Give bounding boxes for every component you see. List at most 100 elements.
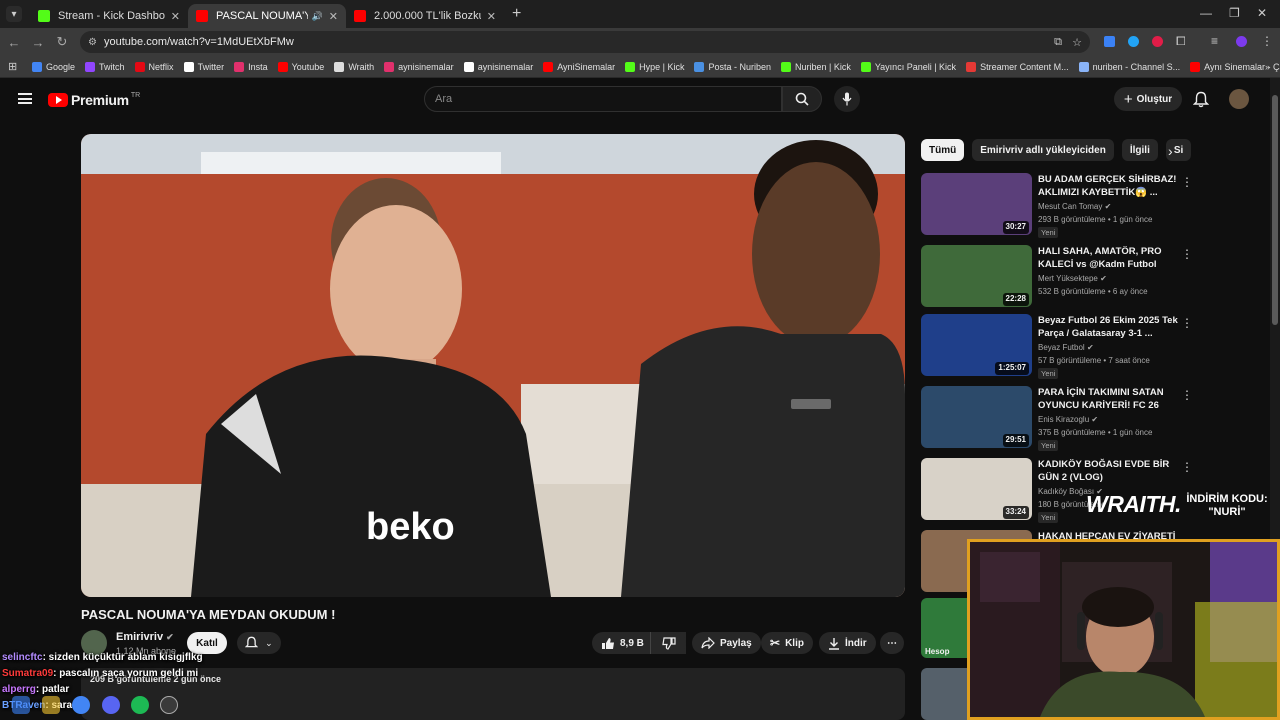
chevron-down-icon: ⌄ <box>265 637 273 648</box>
tab-close-icon[interactable]: ✕ <box>329 10 338 23</box>
chevron-right-icon[interactable]: › <box>1168 143 1173 159</box>
recommendation-channel[interactable]: Enis Kirazoglu ✔ <box>1038 415 1098 424</box>
search-input[interactable]: Ara <box>424 86 782 112</box>
bookmark-item[interactable]: Insta <box>234 61 268 72</box>
browser-tab-youtube-2[interactable]: 2.000.000 TL'lik Bozkurt Çiftliği ✕ <box>346 4 504 28</box>
recommendation-title[interactable]: Beyaz Futbol 26 Ekim 2025 Tek Parça / Ga… <box>1038 314 1180 340</box>
bookmark-item[interactable]: Streamer Content M... <box>966 61 1069 72</box>
bookmark-item[interactable]: nuriben - Channel S... <box>1078 61 1180 72</box>
install-icon[interactable]: ⧉ <box>1054 36 1062 49</box>
clip-button[interactable]: ✂ Klip <box>761 632 813 654</box>
more-vertical-icon[interactable]: ⋮ <box>1181 316 1193 330</box>
bookmark-label: Hype | Kick <box>639 61 685 72</box>
scrollbar-thumb[interactable] <box>1272 95 1278 325</box>
file-explorer-icon[interactable] <box>42 696 60 714</box>
bookmark-item[interactable]: Nuriben | Kick <box>780 61 851 72</box>
thumbs-down-icon <box>661 636 676 650</box>
recommendation-item[interactable]: 1:25:07 Beyaz Futbol 26 Ekim 2025 Tek Par… <box>921 314 1271 379</box>
audio-icon[interactable]: 🔊 <box>312 11 323 22</box>
search-icon <box>795 92 809 106</box>
recommendation-channel[interactable]: Mert Yüksektepe ✔ <box>1038 274 1107 283</box>
extensions-puzzle-icon[interactable]: ⧠ <box>1176 34 1186 49</box>
profile-icon[interactable] <box>1236 36 1247 47</box>
bookmark-item[interactable]: Netflix <box>134 61 174 72</box>
share-button[interactable]: Paylaş <box>692 632 761 654</box>
extension-icon[interactable] <box>1128 36 1139 47</box>
tab-close-icon[interactable]: ✕ <box>171 10 180 23</box>
chrome-icon[interactable] <box>72 696 90 714</box>
bookmark-item[interactable]: Twitter <box>183 61 224 72</box>
filter-chips: Tümü Emirivriv adlı yükleyiciden İlgili Si <box>921 139 1199 161</box>
more-vertical-icon[interactable]: ⋮ <box>1181 247 1193 261</box>
chip-1[interactable]: Emirivriv adlı yükleyiciden <box>972 139 1114 161</box>
minimize-icon[interactable]: — <box>1200 6 1212 20</box>
chip-2[interactable]: İlgili <box>1121 139 1158 161</box>
browser-menu-icon[interactable]: ⋮ <box>1261 34 1273 48</box>
tab-close-icon[interactable]: ✕ <box>487 10 496 23</box>
extension-shield-icon[interactable] <box>1104 36 1115 47</box>
video-title: PASCAL NOUMA'YA MEYDAN OKUDUM ! <box>81 607 336 622</box>
tab-search-button[interactable]: ▾ <box>6 6 22 22</box>
dislike-button[interactable] <box>650 632 686 654</box>
recommendation-item[interactable]: 30:27 BU ADAM GERÇEK SİHİRBAZ! AKLIMIZI K… <box>921 173 1271 238</box>
discord-icon[interactable] <box>102 696 120 714</box>
recommendation-title[interactable]: BU ADAM GERÇEK SİHİRBAZ! AKLIMIZI KAYBET… <box>1038 173 1180 199</box>
recommendation-title[interactable]: HALI SAHA, AMATÖR, PRO KALECİ vs @Kadm F… <box>1038 245 1180 271</box>
new-tab-button[interactable]: + <box>512 5 521 23</box>
video-player[interactable]: beko <box>81 134 905 597</box>
more-vertical-icon[interactable]: ⋮ <box>1181 175 1193 189</box>
recommendation-title[interactable]: KADIKÖY BOĞASI EVDE BİR GÜN 2 (VLOG) <box>1038 458 1180 484</box>
bookmark-item[interactable]: AyniSinemalar <box>543 61 615 72</box>
recommendation-title[interactable]: PARA İÇİN TAKIMINI SATAN OYUNCU KARİYERİ… <box>1038 386 1180 412</box>
maximize-icon[interactable]: ❐ <box>1229 6 1240 20</box>
media-controls-icon[interactable]: ≡ <box>1211 34 1218 48</box>
recommendation-channel[interactable]: Beyaz Futbol ✔ <box>1038 343 1094 352</box>
notifications-bell-icon[interactable] <box>1193 91 1209 108</box>
create-button[interactable]: + Oluştur <box>1114 87 1182 111</box>
browser-tab-kick[interactable]: Stream - Kick Dashboard ✕ <box>30 4 188 28</box>
bookmark-item[interactable]: Twitch <box>85 61 125 72</box>
obs-icon[interactable] <box>160 696 178 714</box>
browser-tab-youtube-active[interactable]: PASCAL NOUMA'YA MEYDA 🔊 ✕ <box>188 4 346 28</box>
recommendation-item[interactable]: 22:28 HALI SAHA, AMATÖR, PRO KALECİ vs @K… <box>921 245 1271 309</box>
bookmark-item[interactable]: Hype | Kick <box>625 61 685 72</box>
bookmark-item[interactable]: Yayıncı Paneli | Kick <box>860 61 956 72</box>
youtube-logo[interactable]: Premium TR <box>48 92 140 108</box>
account-avatar[interactable] <box>1229 89 1249 109</box>
bookmark-item[interactable]: Youtube <box>277 61 324 72</box>
windows-start-icon[interactable] <box>12 696 30 714</box>
bookmark-star-icon[interactable]: ☆ <box>1072 36 1082 49</box>
bookmark-item[interactable]: aynisinemalar <box>463 61 533 72</box>
extension-red-icon[interactable] <box>1152 36 1163 47</box>
download-button[interactable]: İndir <box>819 632 876 654</box>
new-badge: Yeni <box>1038 368 1059 379</box>
bookmark-item[interactable]: Wraith <box>334 61 374 72</box>
bookmark-favicon-icon <box>780 61 791 72</box>
url-field[interactable]: ⚙ youtube.com/watch?v=1MdUEtXbFMw ⧉ ☆ <box>80 31 1090 53</box>
reload-icon[interactable]: ↻ <box>50 34 74 50</box>
channel-name[interactable]: Emirivriv ✔ <box>116 631 174 643</box>
bookmark-item[interactable]: aynisinemalar <box>384 61 454 72</box>
site-info-icon[interactable]: ⚙ <box>88 37 97 48</box>
jersey-sponsor-text: beko <box>366 506 455 548</box>
subscription-bell-button[interactable]: ⌄ <box>237 632 281 654</box>
more-actions-button[interactable]: ⋯ <box>880 632 904 654</box>
search-button[interactable] <box>782 86 822 112</box>
voice-search-button[interactable] <box>834 86 860 112</box>
duration-badge: 29:51 <box>1002 434 1029 447</box>
chip-0[interactable]: Tümü <box>921 139 965 161</box>
forward-icon[interactable]: → <box>26 35 50 50</box>
close-window-icon[interactable]: ✕ <box>1257 6 1267 20</box>
more-vertical-icon[interactable]: ⋮ <box>1181 460 1193 474</box>
bookmark-item[interactable]: Google <box>32 61 75 72</box>
recommendation-channel[interactable]: Mesut Can Tomay ✔ <box>1038 202 1111 211</box>
back-icon[interactable]: ← <box>2 35 26 50</box>
recommendation-item[interactable]: 29:51 PARA İÇİN TAKIMINI SATAN OYUNCU KAR… <box>921 386 1271 451</box>
bookmark-item[interactable]: Posta - Nuriben <box>694 61 771 72</box>
recommendation-thumbnail-partial[interactable] <box>921 668 967 720</box>
more-bookmarks-icon[interactable]: » <box>1265 62 1270 72</box>
more-vertical-icon[interactable]: ⋮ <box>1181 388 1193 402</box>
apps-grid-icon[interactable]: ⊞ <box>8 60 17 73</box>
spotify-icon[interactable] <box>131 696 149 714</box>
guide-menu-icon[interactable] <box>18 93 32 104</box>
